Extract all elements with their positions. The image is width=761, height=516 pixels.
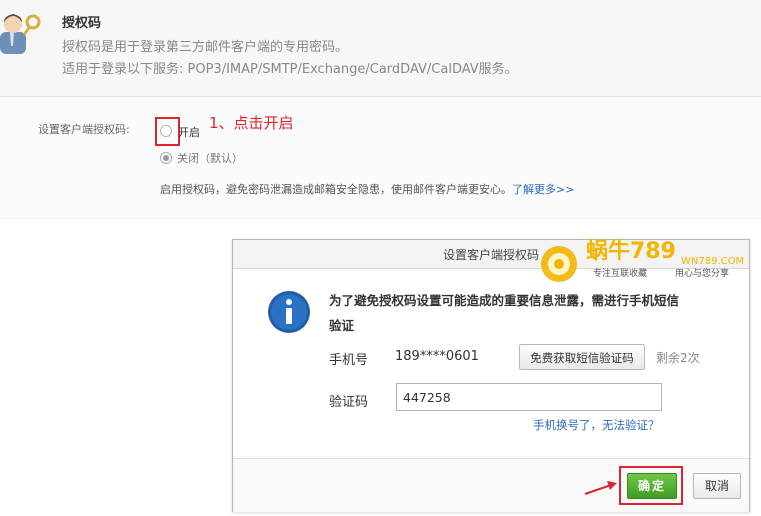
watermark-logo: 蜗牛789 WN789.COM 专注互联收藏 用心与您分享 (541, 238, 744, 282)
cancel-button[interactable]: 取消 (693, 473, 741, 499)
setting-label: 设置客户端授权码: (38, 123, 130, 136)
get-sms-code-button[interactable]: 免费获取短信验证码 (519, 344, 645, 370)
phone-number: 189****0601 (395, 349, 479, 364)
user-key-icon (0, 14, 41, 54)
dialog-footer: 确定 取消 (233, 458, 749, 512)
client-auth-settings: 设置客户端授权码: 开启 1、点击开启 关闭（默认） 启用授权码，避免密码泄漏造… (0, 97, 761, 219)
step-annotation: 1、点击开启 (209, 114, 294, 132)
radio-enable-label[interactable]: 开启 (178, 124, 200, 140)
auth-code-description: 授权码是用于登录第三方邮件客户端的专用密码。 (62, 40, 349, 55)
phone-changed-link[interactable]: 手机换号了，无法验证？ (533, 417, 660, 433)
confirm-button[interactable]: 确定 (627, 473, 677, 499)
setting-tip-text: 启用授权码，避免密码泄漏造成邮箱安全隐患，使用邮件客户端更安心。 (160, 183, 512, 196)
learn-more-link[interactable]: 了解更多>> (512, 183, 574, 196)
page-title: 授权码 (62, 16, 102, 31)
verify-message-line2: 验证 (329, 318, 355, 333)
watermark-name: 蜗牛789 (586, 238, 676, 264)
remaining-attempts: 剩余2次 (656, 351, 700, 365)
watermark-slogan-1: 专注互联收藏 (593, 267, 647, 279)
auth-code-dialog: 设置客户端授权码 蜗牛789 WN789.COM 专注互联收藏 用心与您分享 为… (232, 238, 750, 512)
radio-disable[interactable] (160, 152, 172, 164)
phone-label: 手机号 (329, 353, 369, 368)
auth-code-header: 授权码 授权码是用于登录第三方邮件客户端的专用密码。 适用于登录以下服务: PO… (0, 0, 761, 97)
setting-tip: 启用授权码，避免密码泄漏造成邮箱安全隐患，使用邮件客户端更安心。了解更多>> (160, 181, 574, 197)
watermark-slogan-2: 用心与您分享 (675, 267, 729, 279)
code-label: 验证码 (329, 395, 369, 410)
auth-code-services: 适用于登录以下服务: POP3/IMAP/SMTP/Exchange/CardD… (62, 62, 518, 77)
watermark-url: WN789.COM (681, 256, 744, 267)
verification-code-input[interactable] (396, 383, 662, 411)
red-arrow-icon (584, 481, 617, 495)
info-icon (268, 291, 310, 333)
enable-highlight-box (155, 117, 180, 146)
verify-message-line1: 为了避免授权码设置可能造成的重要信息泄露，需进行手机短信 (329, 293, 680, 308)
radio-disable-label[interactable]: 关闭（默认） (177, 150, 243, 166)
